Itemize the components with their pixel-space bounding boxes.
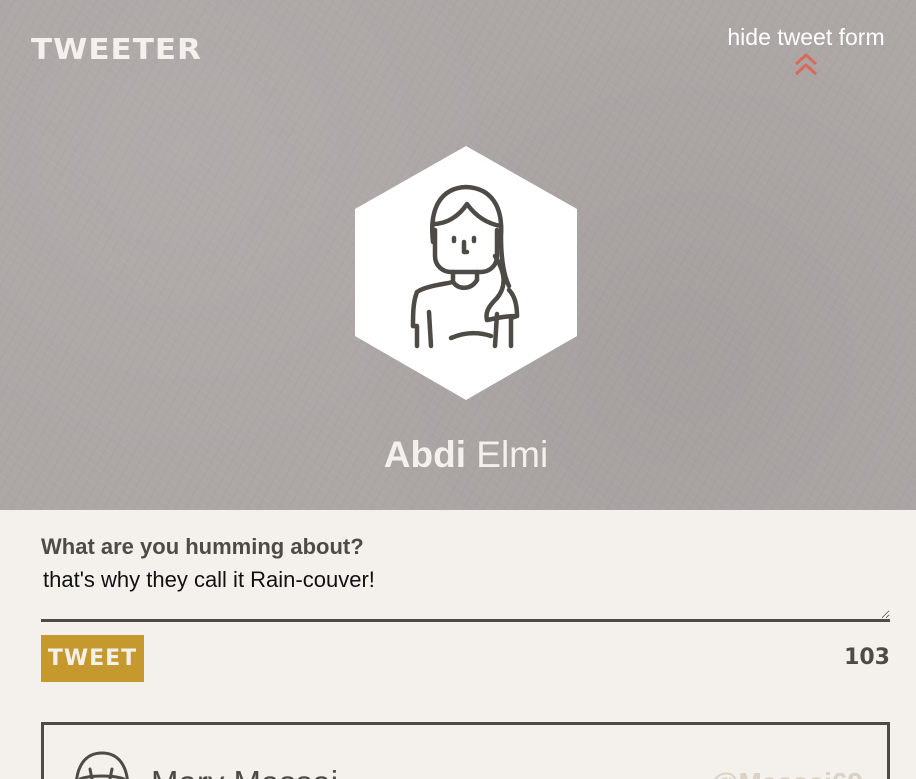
tweet-author-handle: @Massai69 (711, 765, 863, 779)
tweet-submit-button[interactable]: TWEET (41, 635, 144, 682)
profile-first-name: Abdi (383, 434, 466, 475)
page: TWEETER hide tweet form Abdi Elmi What a… (0, 0, 916, 779)
compose-label: What are you humming about? (41, 534, 364, 559)
toggle-tweet-form-label[interactable]: hide tweet form (711, 22, 901, 52)
profile-username: Abdi Elmi (0, 433, 916, 477)
character-counter: 103 (844, 645, 890, 670)
tweet-author-name: Mary Massai (151, 763, 338, 779)
profile-last-name: Elmi (476, 434, 549, 475)
profile-header: TWEETER hide tweet form Abdi Elmi (0, 0, 916, 510)
tweet-textarea[interactable]: that's why they call it Rain-couver! (41, 562, 890, 622)
toggle-tweet-form[interactable]: hide tweet form (711, 22, 901, 78)
brand-logo[interactable]: TWEETER (31, 32, 202, 69)
tweet-card: Mary Massai @Massai69 (41, 722, 890, 779)
woman-avatar-icon (355, 146, 577, 400)
man-avatar-icon (75, 751, 129, 779)
double-chevron-up-icon[interactable] (794, 52, 818, 78)
